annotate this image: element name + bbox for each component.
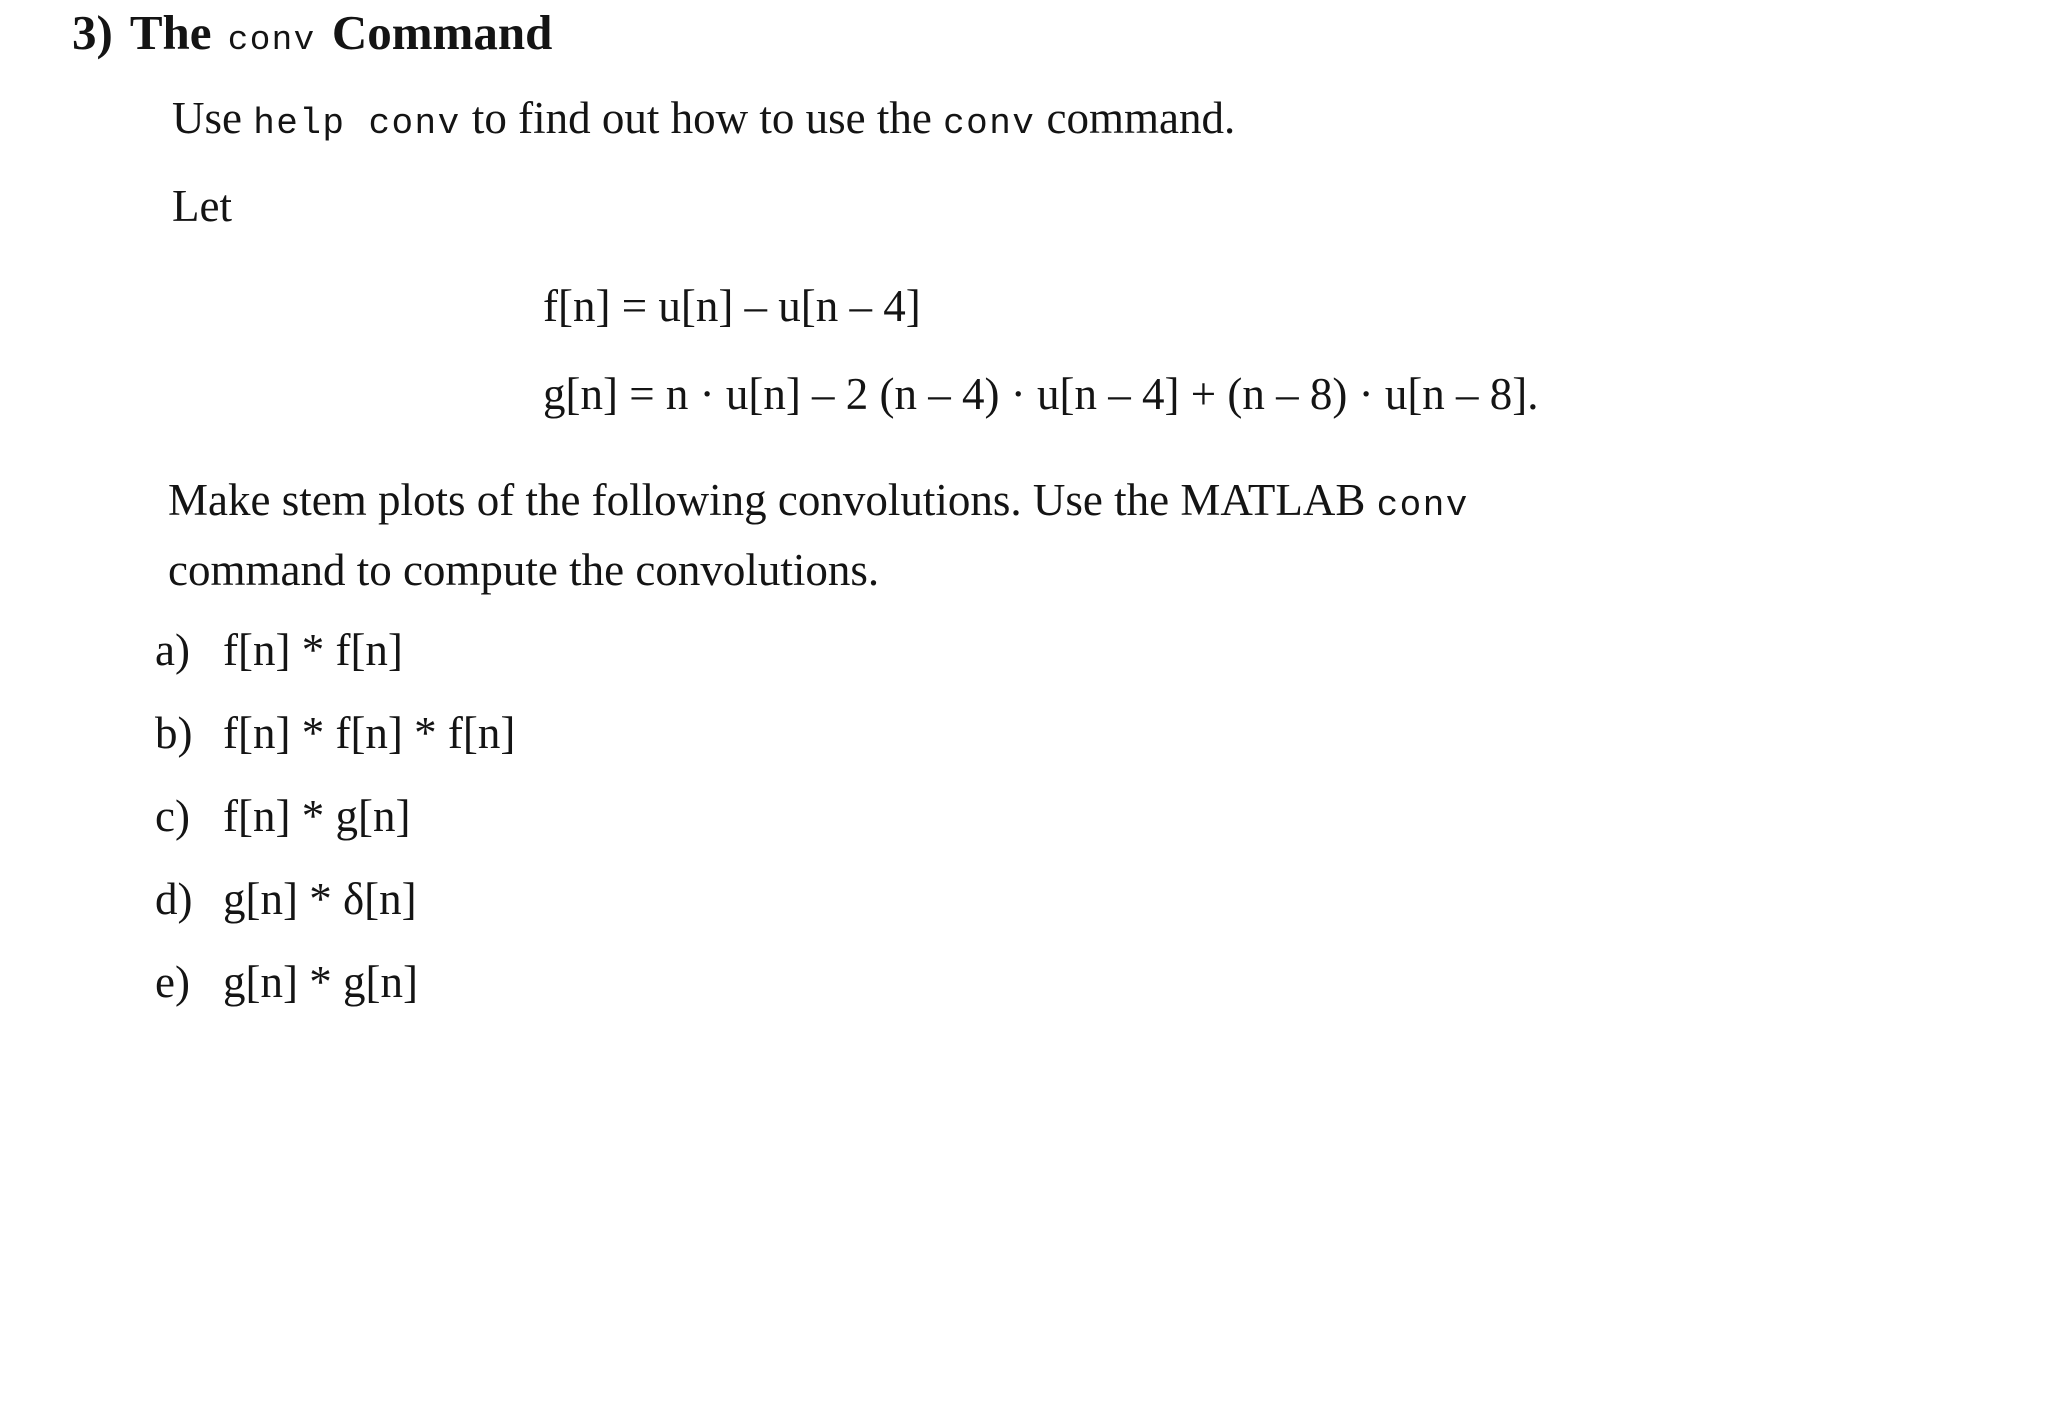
list-item: d) g[n] * δ[n]: [155, 877, 1055, 960]
convolution-list: a) f[n] * f[n] b) f[n] * f[n] * f[n] c) …: [155, 628, 1055, 1043]
make-line-1-text: Make stem plots of the following convolu…: [168, 475, 1377, 525]
use-text-after: command.: [1035, 93, 1236, 143]
instruction-make-stem-plots: Make stem plots of the following convolu…: [168, 465, 2028, 605]
list-item-expression: f[n] * g[n]: [223, 791, 411, 841]
list-item-label: a): [155, 625, 190, 675]
list-item-label: c): [155, 791, 190, 841]
make-line-1: Make stem plots of the following convolu…: [168, 465, 2028, 535]
list-item-expression: f[n] * f[n] * f[n]: [223, 708, 516, 758]
list-item-label: d): [155, 874, 193, 924]
list-item: c) f[n] * g[n]: [155, 794, 1055, 877]
document-page: 3) The conv Command Use help conv to find…: [0, 0, 2046, 1428]
make-line-2: command to compute the convolutions.: [168, 545, 880, 596]
list-item-expression: g[n] * g[n]: [223, 957, 418, 1007]
heading-text-before: The: [129, 5, 224, 60]
list-item-label: b): [155, 708, 193, 758]
code-conv-matlab: conv: [1376, 485, 1469, 526]
list-item: e) g[n] * g[n]: [155, 960, 1055, 1043]
list-item-expression: f[n] * f[n]: [223, 625, 403, 675]
code-conv: conv: [943, 103, 1036, 144]
equation-g: g[n] = n · u[n] – 2 (n – 4) · u[n – 4] +…: [543, 369, 1539, 419]
list-item-label: e): [155, 957, 190, 1007]
section-number: 3): [72, 5, 113, 60]
instruction-use-help: Use help conv to find out how to use the…: [172, 96, 1235, 142]
equation-f: f[n] = u[n] – u[n – 4]: [543, 281, 921, 331]
heading-text-after: Command: [319, 5, 553, 60]
section-heading: 3) The conv Command: [72, 8, 552, 58]
let-label: Let: [172, 181, 232, 231]
use-text-before: Use: [172, 93, 254, 143]
list-item: b) f[n] * f[n] * f[n]: [155, 711, 1055, 794]
list-item-expression: g[n] * δ[n]: [223, 874, 417, 924]
code-help-conv: help conv: [253, 103, 461, 144]
list-item: a) f[n] * f[n]: [155, 628, 1055, 711]
use-text-middle: to find out how to use the: [460, 93, 944, 143]
heading-code-conv: conv: [227, 21, 316, 60]
